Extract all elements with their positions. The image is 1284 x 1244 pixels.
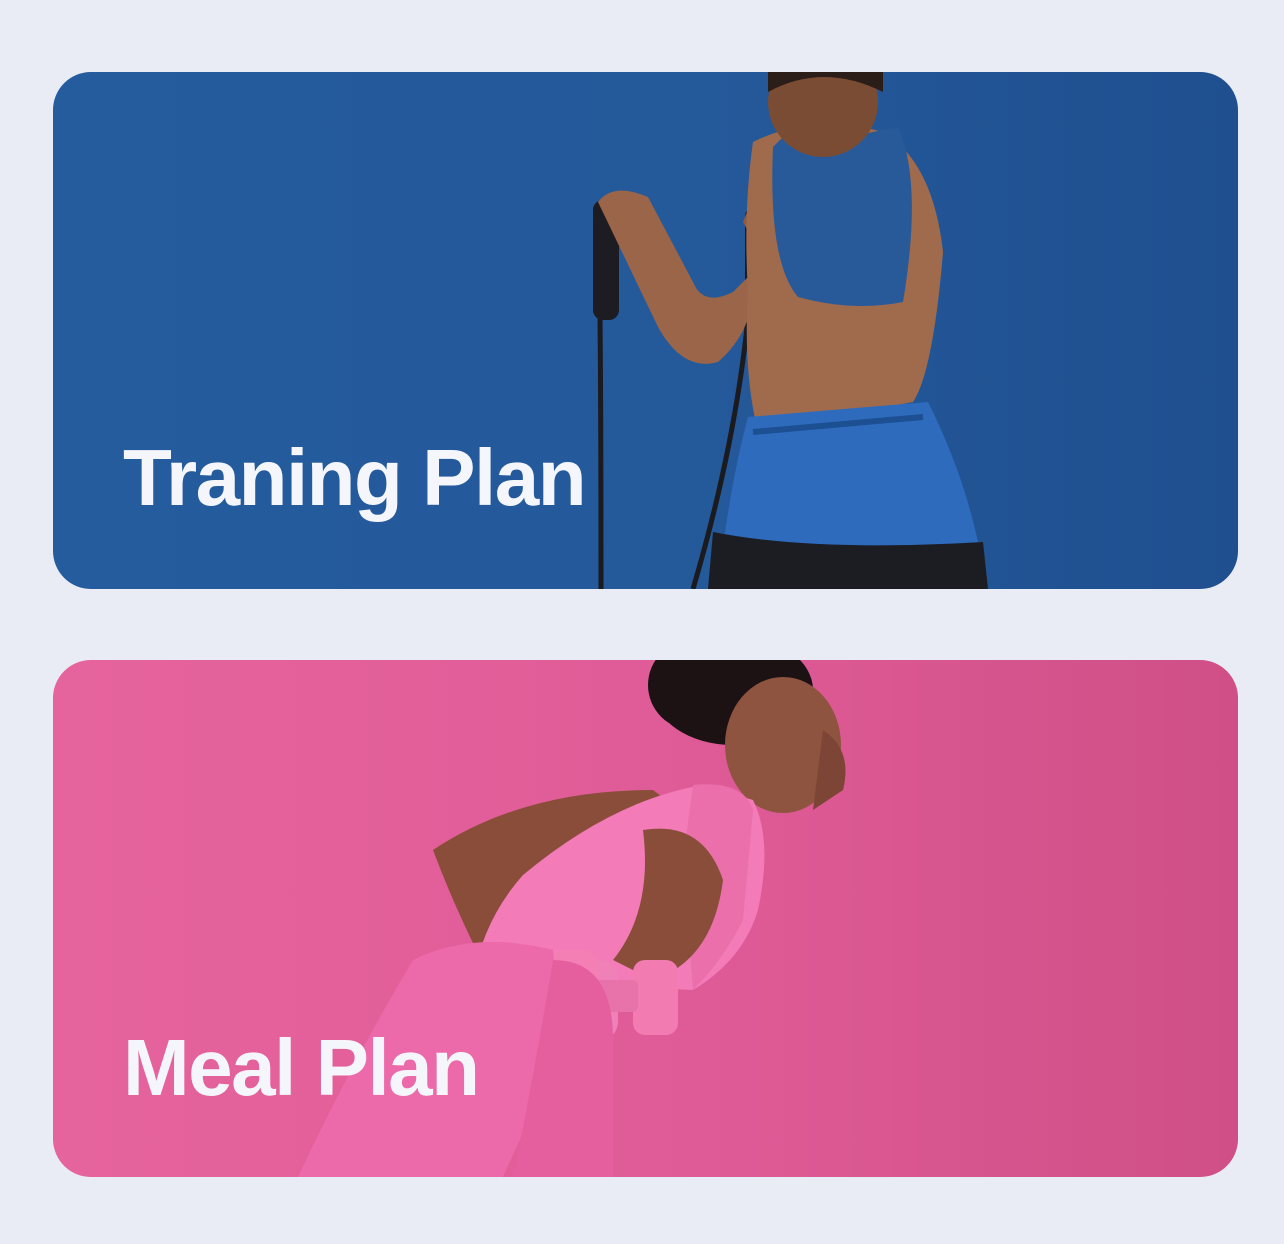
meal-plan-card[interactable]: Meal Plan: [53, 660, 1238, 1177]
training-plan-card[interactable]: Traning Plan: [53, 72, 1238, 589]
training-plan-title: Traning Plan: [123, 433, 587, 522]
meal-plan-title: Meal Plan: [123, 1023, 480, 1112]
